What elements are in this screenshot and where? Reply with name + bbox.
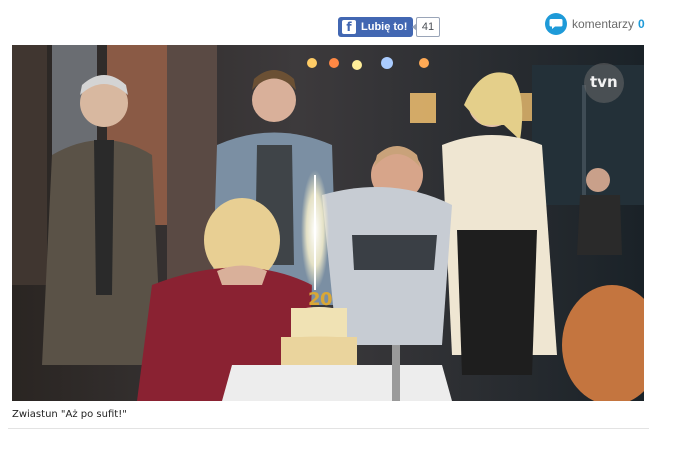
divider [8,428,649,429]
video-caption: Zwiastun "Aż po sufit!" [12,409,127,420]
video-frame[interactable]: 2 0 tvn [12,45,644,401]
video-still: 2 0 [12,45,644,401]
speech-bubble-icon [545,13,567,35]
like-count: 41 [412,17,440,37]
comments-count: 0 [638,17,645,31]
comments-link[interactable]: komentarzy 0 [545,12,645,36]
facebook-icon: f [342,20,356,34]
svg-text:2: 2 [308,289,321,310]
svg-text:0: 0 [320,289,333,310]
like-label: Lubię to! [361,21,408,33]
social-bar: f Lubię to! 41 komentarzy 0 [0,0,683,40]
comments-label: komentarzy [572,17,635,31]
tvn-watermark: tvn [590,73,618,91]
facebook-like-button[interactable]: f Lubię to! [338,17,414,37]
